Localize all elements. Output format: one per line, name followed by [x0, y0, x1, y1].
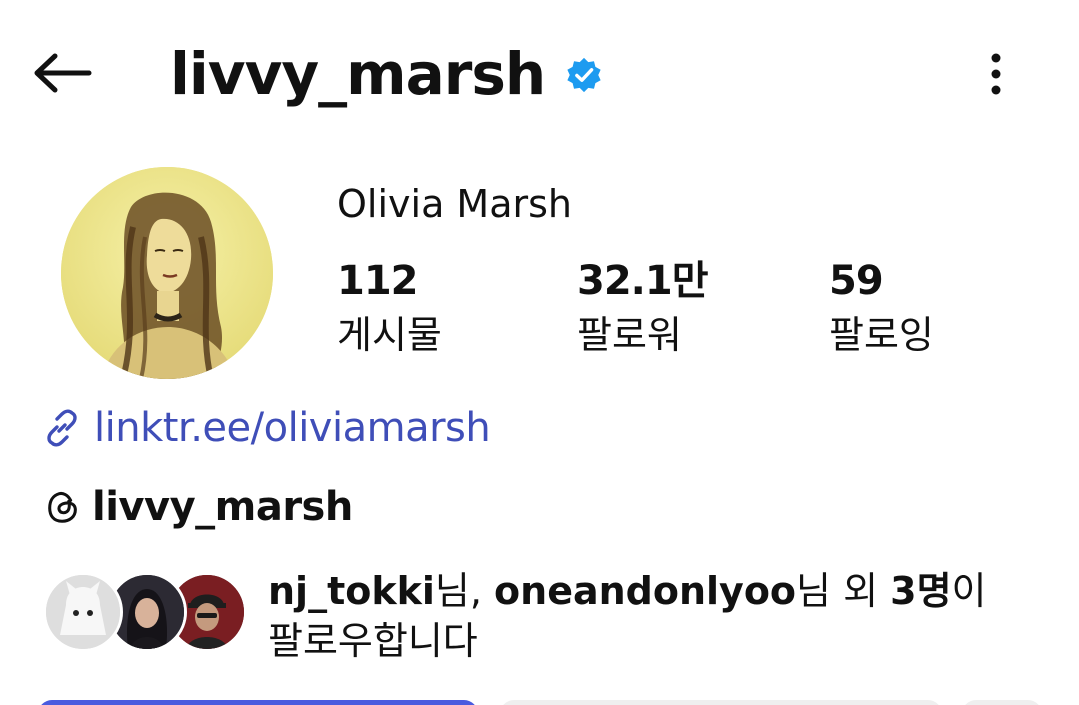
stat-followers[interactable]: 32.1만 팔로워: [577, 256, 777, 358]
threads-badge[interactable]: livvy_marsh: [44, 482, 353, 532]
threads-icon: [48, 491, 77, 523]
back-button[interactable]: [26, 40, 98, 106]
avatar-photo: [61, 167, 273, 379]
bio-link[interactable]: linktr.ee/oliviamarsh: [40, 402, 491, 454]
mutual-followers-avatars[interactable]: [43, 570, 253, 654]
following-count: 59: [829, 258, 884, 304]
suggested-button[interactable]: [962, 700, 1042, 705]
mutual-line-2: 팔로우합니다: [268, 619, 478, 663]
mutual-tail: 이: [951, 569, 987, 613]
display-name: Olivia Marsh: [337, 182, 573, 226]
more-options-button[interactable]: [974, 48, 1018, 100]
link-icon: [47, 409, 77, 447]
threads-handle: livvy_marsh: [92, 484, 353, 530]
mutual-user-2[interactable]: oneandonlyoo: [494, 569, 796, 613]
mutual-sep-2: 님 외: [796, 569, 891, 613]
follow-button[interactable]: [38, 700, 478, 705]
message-button[interactable]: [500, 700, 942, 705]
mutual-count: 3명: [890, 569, 952, 613]
mutual-sep-1: 님,: [434, 569, 495, 613]
bio-link-text: linktr.ee/oliviamarsh: [94, 405, 491, 451]
stat-posts[interactable]: 112 게시물: [337, 256, 537, 358]
arrow-left-icon: [34, 53, 92, 93]
stat-following[interactable]: 59 팔로잉: [829, 256, 1029, 358]
posts-label: 게시물: [337, 313, 442, 357]
followers-label: 팔로워: [577, 313, 682, 357]
more-vertical-icon: [991, 53, 1001, 95]
profile-page: livvy_marsh Olivia Marsh 112 게시물 32.1만 팔…: [0, 0, 1079, 705]
profile-username: livvy_marsh: [170, 40, 546, 108]
mutual-followers-text[interactable]: nj_tokki님, oneandonlyoo님 외 3명이팔로우합니다: [268, 566, 1028, 666]
verified-badge-icon: [567, 57, 601, 93]
mutual-avatar-1: [43, 572, 123, 652]
following-label: 팔로잉: [829, 313, 934, 357]
followers-count: 32.1만: [577, 258, 709, 304]
profile-avatar[interactable]: [61, 167, 273, 379]
mutual-user-1[interactable]: nj_tokki: [268, 569, 435, 613]
posts-count: 112: [337, 258, 419, 304]
